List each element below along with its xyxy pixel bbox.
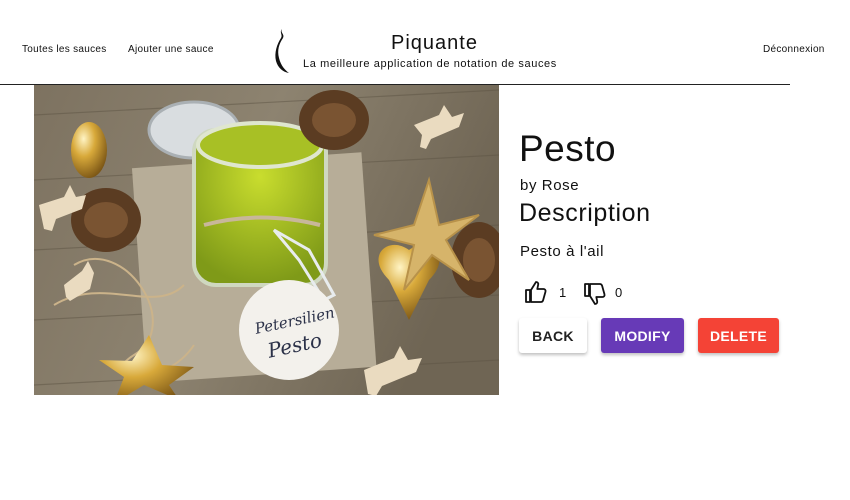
brand-subtitle: La meilleure application de notation de … <box>303 58 557 70</box>
nav-add-sauce-link[interactable]: Ajouter une sauce <box>128 44 214 55</box>
sauce-image: Petersilien Pesto <box>34 85 499 395</box>
logout-link[interactable]: Déconnexion <box>763 44 825 55</box>
thumbs-up-icon[interactable] <box>524 280 548 304</box>
modify-button[interactable]: MODIFY <box>601 318 684 353</box>
brand-title: Piquante <box>391 32 478 54</box>
chili-pepper-icon <box>275 29 289 73</box>
likes-count: 1 <box>559 285 567 300</box>
delete-button[interactable]: DELETE <box>698 318 779 353</box>
sauce-name: Pesto <box>519 128 617 169</box>
description-heading: Description <box>519 199 651 227</box>
nav-all-sauces-link[interactable]: Toutes les sauces <box>22 44 107 55</box>
back-button[interactable]: BACK <box>519 318 587 353</box>
description-text: Pesto à l'ail <box>520 243 605 260</box>
sauce-author: by Rose <box>520 177 580 194</box>
dislikes-count: 0 <box>615 285 623 300</box>
thumbs-down-icon[interactable] <box>583 282 607 306</box>
app-header: Toutes les sauces Ajouter une sauce Piqu… <box>0 0 850 84</box>
